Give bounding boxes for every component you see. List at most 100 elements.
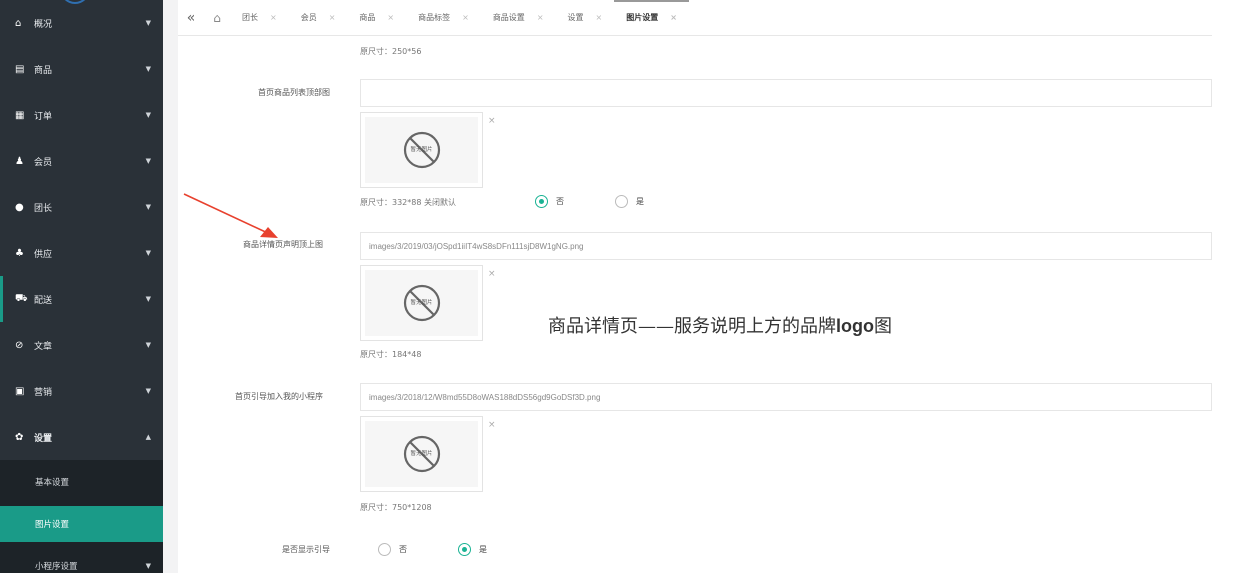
close-icon[interactable]: × <box>670 13 677 22</box>
radio-label: 是 <box>636 197 644 206</box>
image-thumbnail[interactable]: 暂无图片 <box>360 416 483 492</box>
annotation-text-latin: logo <box>836 316 874 336</box>
sidebar-item-label: 设置 <box>34 433 53 444</box>
no-image-label: 暂无图片 <box>410 147 433 153</box>
radio-circle <box>378 543 391 556</box>
tab-label: 团长 <box>242 13 258 22</box>
tab-product-settings[interactable]: 商品设置 × <box>481 0 556 36</box>
image-settings-form: 原尺寸：250*56 首页商品列表顶部图 暂无图片 × 原尺寸：332*88 关… <box>190 36 1212 573</box>
remove-image-icon[interactable]: × <box>488 269 496 279</box>
sidebar-item-members[interactable]: ♟ 会员 ▼ <box>0 138 163 184</box>
tab-image-settings[interactable]: 图片设置 × <box>614 0 689 36</box>
tab-label: 商品标签 <box>418 13 451 22</box>
sidebar-subitem-basic-settings[interactable]: 基本设置 <box>0 464 163 500</box>
image-placeholder: 暂无图片 <box>365 421 478 487</box>
sidebar-item-orders[interactable]: ▦ 订单 ▼ <box>0 92 163 138</box>
size-note: 原尺寸：332*88 关闭默认 <box>360 198 456 207</box>
sidebar-subitem-miniprogram-settings[interactable]: 小程序设置 ▼ <box>0 548 163 573</box>
home-list-top-image-input[interactable] <box>360 79 1212 107</box>
guide-join-miniprogram-input[interactable]: images/3/2018/12/W8md55D8oWAS188dDS56gd9… <box>360 383 1212 411</box>
field-label-guide-join-miniprogram: 首页引导加入我的小程序 <box>235 392 323 401</box>
show-guide-radio-no[interactable]: 否 <box>378 543 407 556</box>
settings-icon: ✿ <box>15 431 24 443</box>
detail-statement-top-image-input[interactable]: images/3/2019/03/jOSpd1iiIT4wS8sDFn111sj… <box>360 232 1212 260</box>
no-image-icon: 暂无图片 <box>402 130 442 170</box>
default-radio-yes[interactable]: 是 <box>615 195 644 208</box>
product-icon: ▤ <box>15 63 25 75</box>
close-icon[interactable]: × <box>329 13 336 22</box>
close-icon[interactable]: × <box>387 13 394 22</box>
default-radio-no[interactable]: 否 <box>535 195 564 208</box>
caret-down-icon: ▼ <box>145 157 151 165</box>
image-thumbnail[interactable]: 暂无图片 <box>360 265 483 341</box>
caret-down-icon: ▼ <box>145 19 151 27</box>
sidebar-item-products[interactable]: ▤ 商品 ▼ <box>0 46 163 92</box>
tab-settings[interactable]: 设置 × <box>556 0 615 36</box>
tab-label: 商品 <box>359 13 376 22</box>
close-icon[interactable]: × <box>462 13 469 22</box>
tab-members[interactable]: 会员 × <box>289 0 348 36</box>
tab-label: 商品设置 <box>492 13 525 22</box>
radio-label: 是 <box>479 545 487 554</box>
remove-image-icon[interactable]: × <box>488 420 496 430</box>
radio-label: 否 <box>556 197 564 206</box>
annotation-text-end: 图 <box>874 316 892 337</box>
sidebar-item-supply[interactable]: ♣ 供应 ▼ <box>0 230 163 276</box>
tab-product-tags[interactable]: 商品标签 × <box>406 0 481 36</box>
sidebar-item-label: 团长 <box>34 203 53 214</box>
caret-down-icon: ▼ <box>145 65 151 73</box>
image-placeholder: 暂无图片 <box>365 117 478 183</box>
sidebar-item-label: 会员 <box>34 157 53 168</box>
size-note: 原尺寸：250*56 <box>360 47 422 56</box>
sidebar-subitem-label: 小程序设置 <box>35 562 78 572</box>
supplier-icon: ♣ <box>15 247 24 259</box>
field-label-home-list-top-image: 首页商品列表顶部图 <box>258 88 330 97</box>
close-icon[interactable]: × <box>596 13 603 22</box>
caret-down-icon: ▼ <box>145 203 151 211</box>
double-chevron-left-icon[interactable]: « <box>178 10 204 26</box>
sidebar-item-overview[interactable]: ⌂ 概况 ▼ <box>0 0 163 46</box>
radio-circle <box>615 195 628 208</box>
annotation-text: 商品详情页——服务说明上方的品牌logo图 <box>548 312 892 338</box>
caret-down-icon: ▼ <box>145 387 151 395</box>
sidebar-item-label: 订单 <box>34 111 53 122</box>
sidebar-item-label: 供应 <box>34 249 53 260</box>
sidebar: ⌂ 概况 ▼ ▤ 商品 ▼ ▦ 订单 ▼ ♟ 会员 ▼ ● 团长 ▼ ♣ 供应 … <box>0 0 163 573</box>
sidebar-item-label: 文章 <box>34 341 53 352</box>
no-image-label: 暂无图片 <box>410 451 433 457</box>
image-thumbnail[interactable]: 暂无图片 <box>360 112 483 188</box>
sidebar-item-label: 商品 <box>34 65 53 76</box>
tab-leaders[interactable]: 团长 × <box>230 0 289 36</box>
settings-submenu: 基本设置 图片设置 小程序设置 ▼ <box>0 460 163 573</box>
tab-label: 设置 <box>567 13 584 22</box>
sidebar-item-delivery[interactable]: ⛟ 配送 ▼ <box>0 276 163 322</box>
annotation-text-cn: 商品详情页——服务说明上方的品牌 <box>548 316 836 337</box>
gutter <box>163 0 178 573</box>
field-label-show-guide: 是否显示引导 <box>282 545 330 554</box>
sidebar-item-marketing[interactable]: ▣ 营销 ▼ <box>0 368 163 414</box>
order-icon: ▦ <box>15 109 25 121</box>
sidebar-item-settings[interactable]: ✿ 设置 ▲ <box>0 414 163 460</box>
close-icon[interactable]: × <box>537 13 544 22</box>
home-tab-icon[interactable]: ⌂ <box>204 11 230 25</box>
tab-label: 图片设置 <box>626 13 659 22</box>
radio-label: 否 <box>399 545 407 554</box>
caret-down-icon: ▼ <box>145 341 151 349</box>
remove-image-icon[interactable]: × <box>488 116 496 126</box>
sidebar-item-leaders[interactable]: ● 团长 ▼ <box>0 184 163 230</box>
sidebar-item-articles[interactable]: ⊘ 文章 ▼ <box>0 322 163 368</box>
caret-down-icon: ▼ <box>145 111 151 119</box>
no-image-icon: 暂无图片 <box>402 283 442 323</box>
show-guide-radio-yes[interactable]: 是 <box>458 543 487 556</box>
close-icon[interactable]: × <box>270 13 277 22</box>
radio-circle <box>535 195 548 208</box>
red-arrow-annotation <box>183 193 278 238</box>
radio-circle <box>458 543 471 556</box>
tab-products[interactable]: 商品 × <box>347 0 406 36</box>
sidebar-subitem-image-settings[interactable]: 图片设置 <box>0 506 163 542</box>
member-icon: ♟ <box>15 155 24 167</box>
caret-down-icon: ▼ <box>145 249 151 257</box>
delivery-icon: ⛟ <box>15 292 28 304</box>
image-placeholder: 暂无图片 <box>365 270 478 336</box>
leader-icon: ● <box>15 201 24 213</box>
